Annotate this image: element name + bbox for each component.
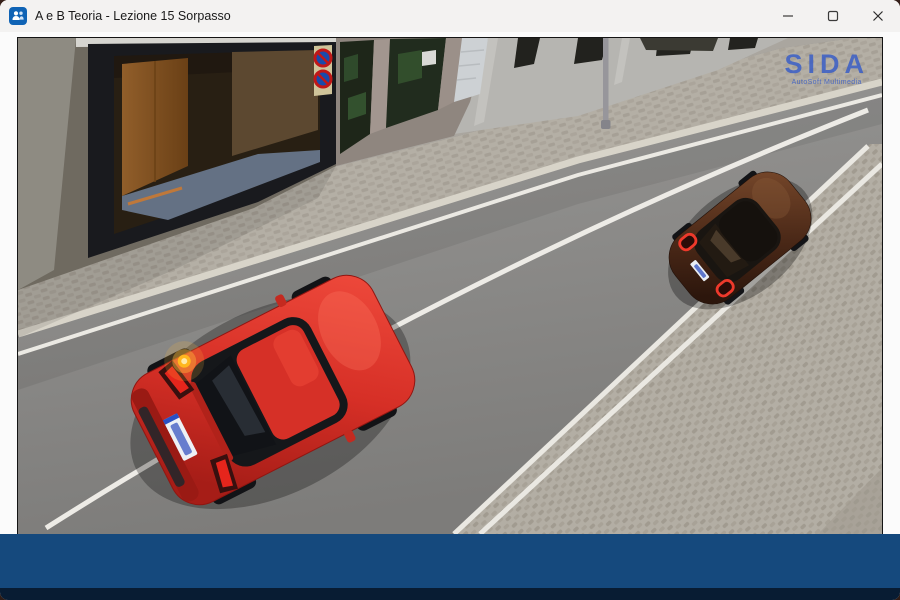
minimize-button[interactable] [765, 0, 810, 32]
titlebar: A e B Teoria - Lezione 15 Sorpasso [0, 0, 900, 32]
content-area: SIDA AutoSoft Multimedia [0, 32, 900, 534]
window-title: A e B Teoria - Lezione 15 Sorpasso [35, 9, 231, 23]
maximize-button[interactable] [810, 0, 855, 32]
video-frame: SIDA AutoSoft Multimedia [18, 38, 882, 534]
app-icon [9, 7, 27, 25]
player-toolbar: 00:02 Play Pausa Stop [0, 534, 900, 588]
no-parking-signs [314, 45, 332, 96]
window-controls [765, 0, 900, 32]
status-strip [0, 588, 900, 600]
close-icon [872, 10, 884, 22]
close-button[interactable] [855, 0, 900, 32]
maximize-icon [827, 10, 839, 22]
video-scene [18, 38, 882, 534]
people-icon [11, 10, 25, 22]
app-window: A e B Teoria - Lezione 15 Sorpasso [0, 0, 900, 600]
minimize-icon [782, 10, 794, 22]
